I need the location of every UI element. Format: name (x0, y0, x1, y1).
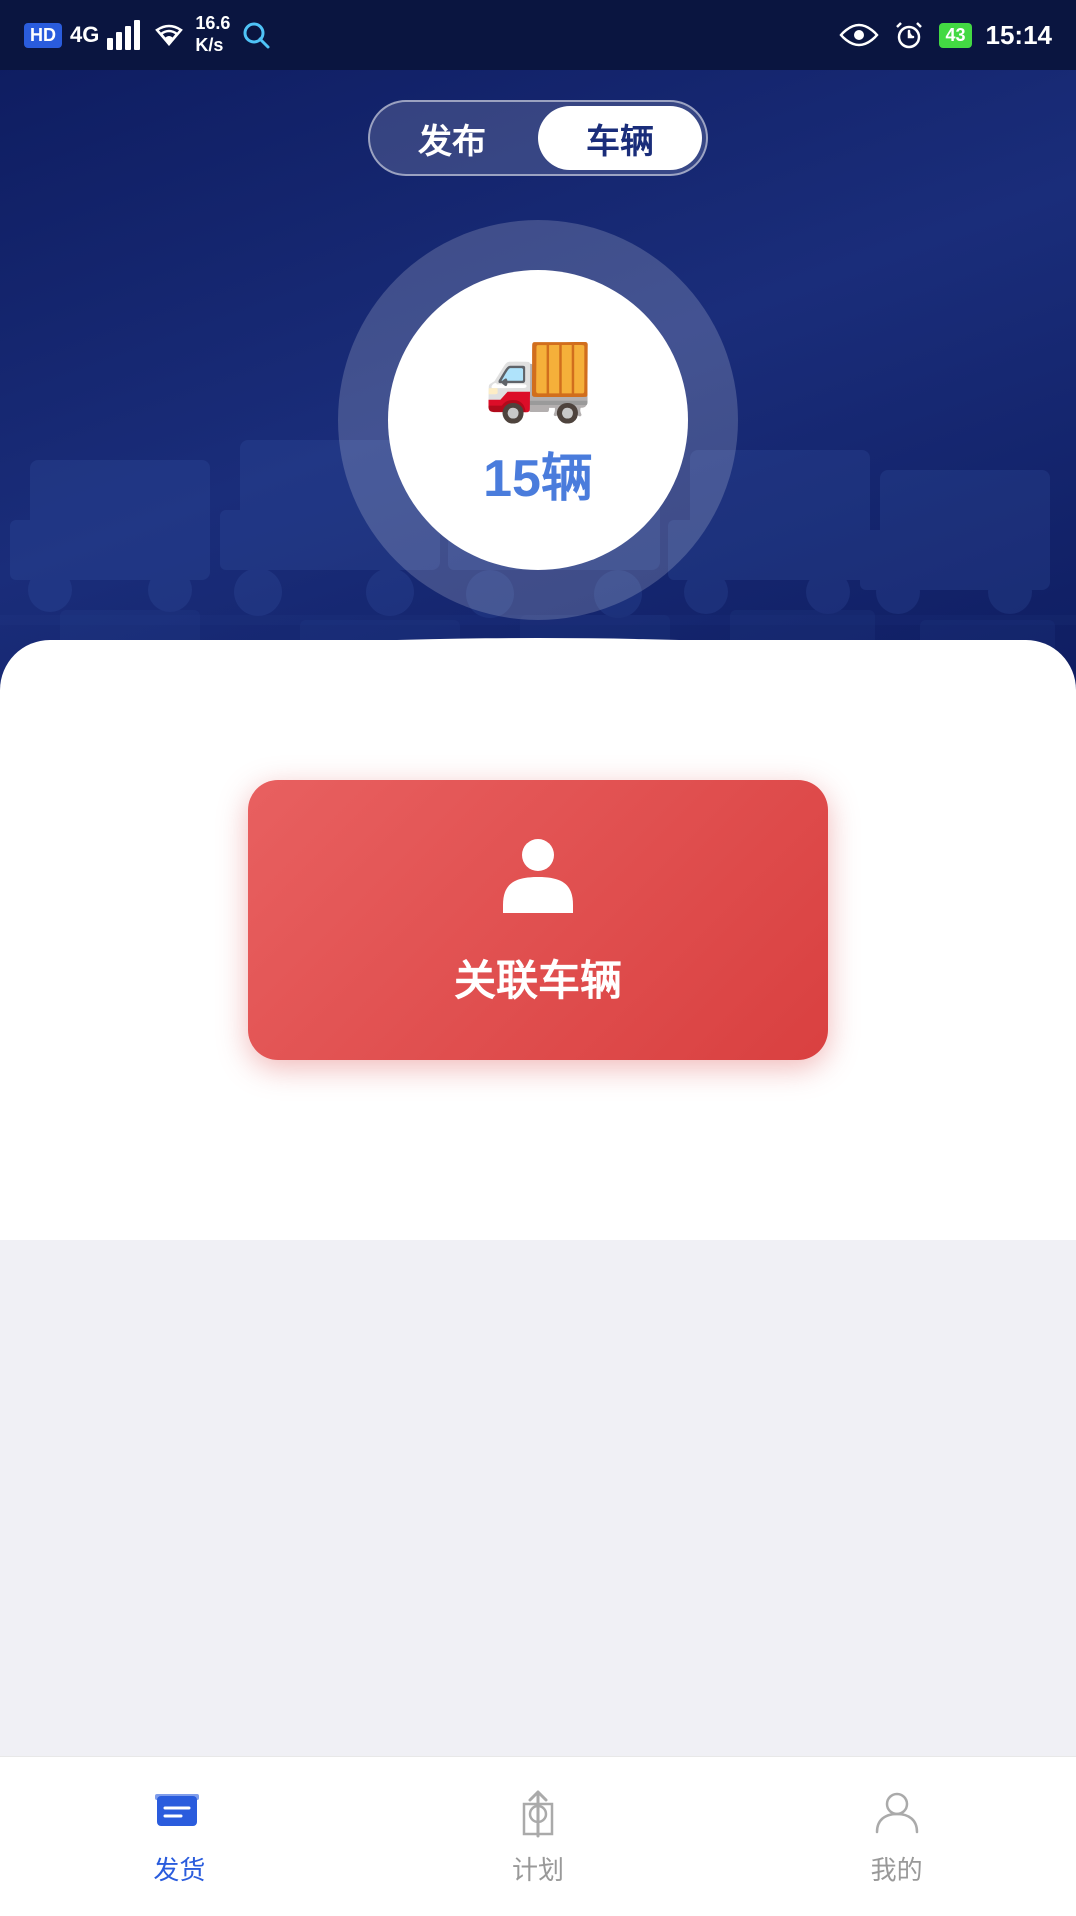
circle-outer: 🚚 15辆 (338, 220, 738, 620)
nav-label-plan: 计划 (512, 1850, 564, 1887)
tab-toggle[interactable]: 发布 车辆 (368, 100, 708, 176)
nav-item-shipping[interactable]: 发货 (0, 1786, 359, 1887)
status-bar: HD 4G 16.6K/s 43 15:14 (0, 0, 1076, 70)
tab-vehicle[interactable]: 车辆 (538, 106, 702, 170)
hd-badge: HD (24, 23, 62, 48)
circle-inner: 🚚 15辆 (388, 270, 688, 570)
tab-publish[interactable]: 发布 (370, 102, 534, 174)
time-display: 15:14 (986, 20, 1053, 51)
signal-text: 4G (70, 22, 99, 48)
alarm-icon (893, 19, 925, 51)
gray-area (0, 1200, 1076, 1780)
vehicle-circle: 🚚 15辆 (338, 220, 738, 620)
shipping-icon (151, 1786, 207, 1842)
signal-icon (107, 20, 143, 50)
truck-illustration: 🚚 (482, 330, 594, 420)
card-section: 关联车辆 (0, 640, 1076, 1240)
bottom-nav: 发货 计划 我的 (0, 1756, 1076, 1916)
person-icon (493, 833, 583, 923)
nav-label-shipping: 发货 (153, 1850, 205, 1887)
associate-label: 关联车辆 (454, 947, 622, 1008)
wifi-icon (151, 20, 187, 50)
speed-text: 16.6K/s (195, 13, 230, 56)
nav-label-mine: 我的 (871, 1850, 923, 1887)
associate-vehicle-button[interactable]: 关联车辆 (248, 780, 828, 1060)
eye-icon (839, 21, 879, 49)
search-icon[interactable] (238, 17, 274, 53)
status-right: 43 15:14 (839, 19, 1052, 51)
plan-icon (510, 1786, 566, 1842)
nav-item-plan[interactable]: 计划 (359, 1786, 718, 1887)
mine-icon (869, 1786, 925, 1842)
nav-item-mine[interactable]: 我的 (717, 1786, 1076, 1887)
battery-level: 43 (939, 23, 971, 48)
status-left: HD 4G 16.6K/s (24, 13, 274, 56)
vehicle-count-text: 15辆 (483, 436, 593, 511)
